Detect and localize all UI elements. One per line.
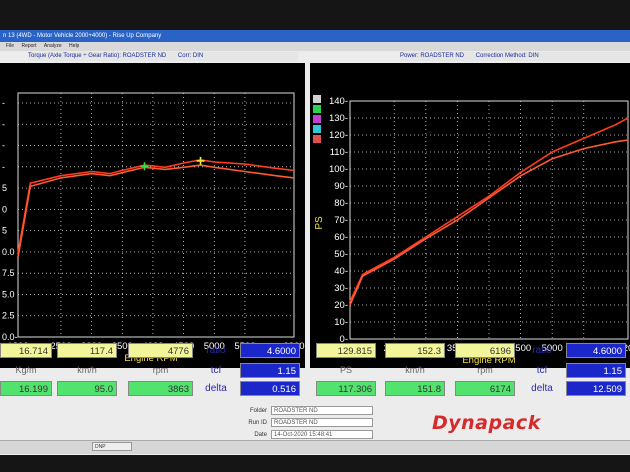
- torque-unit: Kg/m: [15, 365, 37, 375]
- torque-chart-corr: Corr: DIN: [177, 53, 204, 59]
- green-cursor-marker: [140, 162, 149, 171]
- torque-chart-panel: 180025003000350040004500500055006300----…: [0, 63, 305, 368]
- power-y-tick: 130-: [329, 113, 348, 124]
- speed-cursor-value: 95.0: [57, 381, 117, 396]
- torque-y-tick: 5: [2, 183, 7, 193]
- ratio-label: ratio: [206, 345, 226, 356]
- yellow-cursor-marker: [196, 156, 205, 165]
- torque-series-line: [17, 158, 295, 254]
- legend-color-swatch: [313, 95, 321, 103]
- power-delta-label: delta: [531, 383, 553, 394]
- power-y-tick: 80-: [334, 198, 348, 209]
- delta-label: delta: [205, 383, 227, 394]
- power-delta-value: 12.509: [566, 381, 626, 396]
- power-y-axis-label: PS: [314, 216, 325, 230]
- power-ratio-value: 4.6000: [566, 343, 626, 358]
- power-speed-unit: km/h: [405, 365, 425, 375]
- menu-report[interactable]: Report: [21, 42, 36, 51]
- power-ratio-label: ratio: [532, 345, 552, 356]
- power-y-tick: 20-: [334, 300, 348, 311]
- torque-series-line: [17, 164, 295, 258]
- power-speed-max-value: 152.3: [385, 343, 445, 358]
- torque-y-tick: -: [2, 141, 5, 151]
- torque-y-tick: 0.0-: [2, 332, 18, 342]
- window-title: n 13 (4WD - Motor Vehicle 2000+4000) - R…: [0, 30, 630, 42]
- torque-chart-title: Torque (Axle Torque ÷ Gear Ratio): ROADS…: [28, 53, 167, 59]
- torque-y-tick: 5.0: [2, 289, 15, 299]
- monitor-bezel: n 13 (4WD - Motor Vehicle 2000+4000) - R…: [0, 0, 630, 472]
- legend-color-swatch: [313, 135, 321, 143]
- rpm-max-value: 4776: [128, 343, 193, 358]
- torque-chart: 180025003000350040004500500055006300----…: [2, 92, 305, 364]
- menu-file[interactable]: File: [6, 42, 14, 51]
- legend-color-swatch: [313, 125, 321, 133]
- power-y-tick: 50-: [334, 249, 348, 260]
- legend-color-swatch: [313, 115, 321, 123]
- power-rpm-cursor-value: 6174: [455, 381, 515, 396]
- dynapack-window: n 13 (4WD - Motor Vehicle 2000+4000) - R…: [0, 30, 630, 455]
- torque-y-tick: -: [2, 98, 5, 108]
- power-tcf-value: 1.15: [566, 363, 626, 378]
- power-chart-header: Power: ROADSTER ND Correction Method: DI…: [400, 52, 630, 61]
- dynapack-logo: Dynapack: [432, 412, 541, 434]
- power-y-tick: 10-: [334, 317, 348, 328]
- power-y-tick: 60-: [334, 232, 348, 243]
- delta-value: 0.516: [240, 381, 300, 396]
- torque-cursor-value: 16.199: [0, 381, 52, 396]
- power-y-tick: 120-: [329, 130, 348, 141]
- torque-y-tick: -: [2, 162, 5, 172]
- power-chart: 180025003000350040004500500055006200140-…: [313, 95, 630, 366]
- torque-y-tick: -: [2, 119, 5, 129]
- menu-bar: File Report Analyze Help: [0, 42, 630, 51]
- power-cursor-value: 117.306: [316, 381, 376, 396]
- legend-color-swatch: [313, 105, 321, 113]
- menu-help[interactable]: Help: [69, 42, 79, 51]
- taskbar-item[interactable]: DNP: [92, 442, 132, 451]
- speed-unit: km/h: [77, 365, 97, 375]
- tcf-value: 1.15: [240, 363, 300, 378]
- power-y-tick: 40-: [334, 266, 348, 277]
- power-series-line: [349, 139, 629, 306]
- torque-y-tick: 2.5: [2, 311, 15, 321]
- power-y-tick: 90-: [334, 181, 348, 192]
- power-tcf-label: tcf: [536, 365, 548, 376]
- folder-field[interactable]: ROADSTER ND: [271, 406, 373, 415]
- folder-label: Folder: [249, 408, 267, 414]
- power-chart-corr: Correction Method: DIN: [475, 53, 539, 59]
- date-field[interactable]: 14-Oct-2020 15:48:41: [271, 430, 373, 439]
- power-rpm-unit: rpm: [477, 365, 493, 375]
- power-y-tick: 100-: [329, 164, 348, 175]
- power-speed-cursor-value: 151.8: [385, 381, 445, 396]
- power-rpm-max-value: 6196: [455, 343, 515, 358]
- power-y-tick: 140-: [329, 96, 348, 107]
- power-chart-panel: 180025003000350040004500500055006200140-…: [310, 63, 630, 368]
- torque-y-tick: 0: [2, 204, 7, 214]
- torque-y-tick: 0.0: [2, 247, 15, 257]
- torque-max-value: 16.714: [0, 343, 52, 358]
- runid-label: Run ID: [248, 420, 267, 426]
- torque-plot-border: [17, 92, 295, 338]
- power-y-tick: 70-: [334, 215, 348, 226]
- rpm-cursor-value: 3863: [128, 381, 193, 396]
- torque-chart-header: Torque (Axle Torque ÷ Gear Ratio): ROADS…: [28, 52, 298, 61]
- menu-analyze[interactable]: Analyze: [44, 42, 62, 51]
- runid-field[interactable]: ROADSTER ND: [271, 418, 373, 427]
- rpm-unit: rpm: [152, 365, 169, 375]
- power-max-value: 129.815: [316, 343, 376, 358]
- power-chart-title: Power: ROADSTER ND: [400, 53, 465, 59]
- power-y-tick: 30-: [334, 283, 348, 294]
- speed-max-value: 117.4: [57, 343, 117, 358]
- torque-y-tick: 7.5: [2, 268, 15, 278]
- date-label: Date: [254, 432, 267, 438]
- ratio-value: 4.6000: [240, 343, 300, 358]
- power-y-tick: 110-: [330, 147, 348, 158]
- power-unit: PS: [339, 365, 352, 375]
- tcf-label: tcf: [210, 365, 222, 376]
- torque-y-tick: 5: [2, 226, 7, 236]
